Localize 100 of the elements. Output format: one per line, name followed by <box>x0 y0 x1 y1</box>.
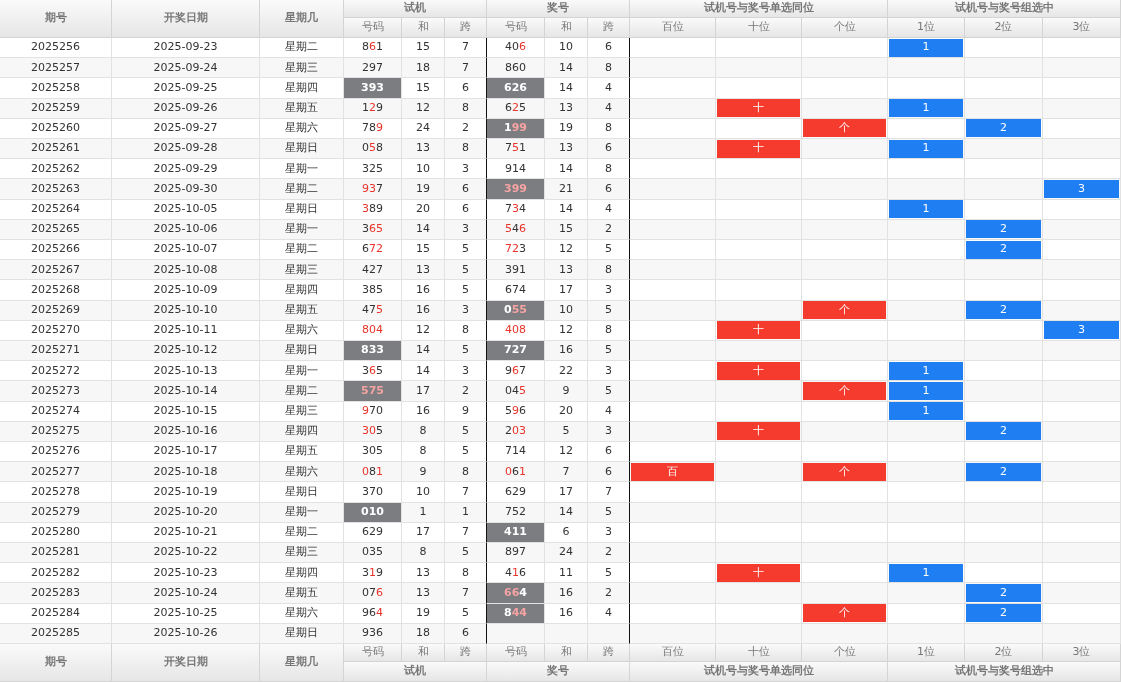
position-hit-marker: 个 <box>803 462 886 481</box>
column-header: 期号 <box>0 644 112 682</box>
number-cell-text: 861 <box>361 39 384 56</box>
number-cell-text: 629 <box>504 483 527 500</box>
number-cell-text: 081 <box>361 463 384 480</box>
position-hit-marker: 十 <box>717 139 800 158</box>
group-header: 试机号与奖号单选同位 <box>630 662 888 682</box>
group-hit-marker: 2 <box>966 604 1041 623</box>
group-hit-marker: 1 <box>889 139 963 158</box>
column-header: 2位 <box>965 644 1043 662</box>
table-cell: 2025258 <box>0 78 112 99</box>
number-cell: 664 <box>487 583 544 603</box>
table-cell: 14 <box>545 78 588 99</box>
number-cell-text: 305 <box>361 423 384 440</box>
group-header: 奖号 <box>487 0 630 18</box>
column-header: 个位 <box>802 644 888 662</box>
number-cell-text: 936 <box>361 625 384 642</box>
group-hit-marker: 2 <box>966 301 1041 320</box>
number-cell-text: 365 <box>361 362 384 379</box>
column-header: 号码 <box>487 18 545 38</box>
group-hit-marker: 1 <box>889 200 963 219</box>
group-hit-marker: 1 <box>889 361 963 380</box>
column-header: 和 <box>545 644 588 662</box>
number-cell-text: 385 <box>361 281 384 298</box>
table-cell: 2025274 <box>0 401 112 422</box>
table-cell: 20 <box>402 199 445 220</box>
position-hit-marker: 十 <box>717 422 800 441</box>
table-cell: 17 <box>545 280 588 301</box>
number-cell: 833 <box>344 341 401 361</box>
position-hit-marker: 十 <box>717 563 800 582</box>
table-cell: 4 <box>588 98 630 119</box>
table-cell: 10 <box>545 300 588 321</box>
table-cell: 4 <box>588 603 630 624</box>
number-cell-text: 129 <box>361 99 384 116</box>
table-cell: 2025259 <box>0 98 112 119</box>
table-cell: 2025269 <box>0 300 112 321</box>
column-header: 跨 <box>445 644 487 662</box>
table-cell: 19 <box>402 603 445 624</box>
table-cell: 2025-09-30 <box>112 179 260 200</box>
table-cell: 14 <box>545 199 588 220</box>
table-cell: 17 <box>402 381 445 402</box>
number-cell-text: 625 <box>504 99 527 116</box>
table-cell: 7 <box>445 482 487 503</box>
group-hit-marker: 1 <box>889 382 963 401</box>
column-header: 号码 <box>487 644 545 662</box>
number-cell-text: 061 <box>504 463 527 480</box>
table-cell: 16 <box>545 583 588 604</box>
table-cell: 2025-10-25 <box>112 603 260 624</box>
table-cell: 4 <box>588 401 630 422</box>
table-cell: 2 <box>445 381 487 402</box>
table-cell: 16 <box>402 280 445 301</box>
table-cell: 2025273 <box>0 381 112 402</box>
column-header: 星期几 <box>260 644 344 682</box>
number-cell-text: 203 <box>504 423 527 440</box>
column-header: 开奖日期 <box>112 644 260 682</box>
table-cell: 星期日 <box>260 199 344 220</box>
number-cell-text: 970 <box>361 403 384 419</box>
column-header: 跨 <box>445 18 487 38</box>
number-cell-text: 365 <box>361 221 384 238</box>
table-cell: 2025-10-05 <box>112 199 260 220</box>
column-header: 个位 <box>802 18 888 38</box>
table-cell: 10 <box>402 482 445 503</box>
number-cell-text: 406 <box>504 39 527 56</box>
table-cell: 1 <box>445 502 487 523</box>
table-cell: 星期日 <box>260 482 344 503</box>
number-cell-text: 319 <box>361 564 384 581</box>
group-hit-marker: 1 <box>889 99 963 118</box>
table-cell: 星期五 <box>260 300 344 321</box>
table-cell: 4 <box>588 199 630 220</box>
number-cell-text: 416 <box>504 564 527 581</box>
table-cell: 17 <box>545 482 588 503</box>
table-cell: 2025283 <box>0 583 112 604</box>
column-header: 百位 <box>630 644 716 662</box>
number-cell-text: 305 <box>361 443 384 460</box>
group-header: 试机 <box>344 0 487 18</box>
table-cell: 星期二 <box>260 179 344 200</box>
number-cell-text: 734 <box>504 200 527 217</box>
column-header: 跨 <box>588 18 630 38</box>
number-cell-text: 546 <box>504 221 527 238</box>
table-cell: 星期五 <box>260 583 344 604</box>
table-cell: 2025-10-10 <box>112 300 260 321</box>
table-cell: 2025-09-25 <box>112 78 260 99</box>
table-cell: 星期五 <box>260 98 344 119</box>
number-cell-text: 427 <box>361 261 384 278</box>
table-cell: 2025-10-20 <box>112 502 260 523</box>
position-hit-marker: 个 <box>803 119 886 138</box>
table-cell: 16 <box>402 300 445 321</box>
group-hit-marker: 2 <box>966 220 1041 239</box>
column-header: 3位 <box>1043 18 1121 38</box>
number-cell-text: 596 <box>504 403 527 419</box>
group-hit-marker: 1 <box>889 38 963 57</box>
table-cell: 5 <box>588 502 630 523</box>
table-cell: 15 <box>402 78 445 99</box>
position-hit-marker: 十 <box>717 321 800 340</box>
group-header: 试机号与奖号组选中 <box>888 0 1121 18</box>
number-cell-text: 914 <box>504 160 527 177</box>
column-header: 号码 <box>344 18 402 38</box>
number-cell-text: 297 <box>361 59 384 76</box>
column-header: 和 <box>545 18 588 38</box>
number-cell: 575 <box>344 381 401 401</box>
